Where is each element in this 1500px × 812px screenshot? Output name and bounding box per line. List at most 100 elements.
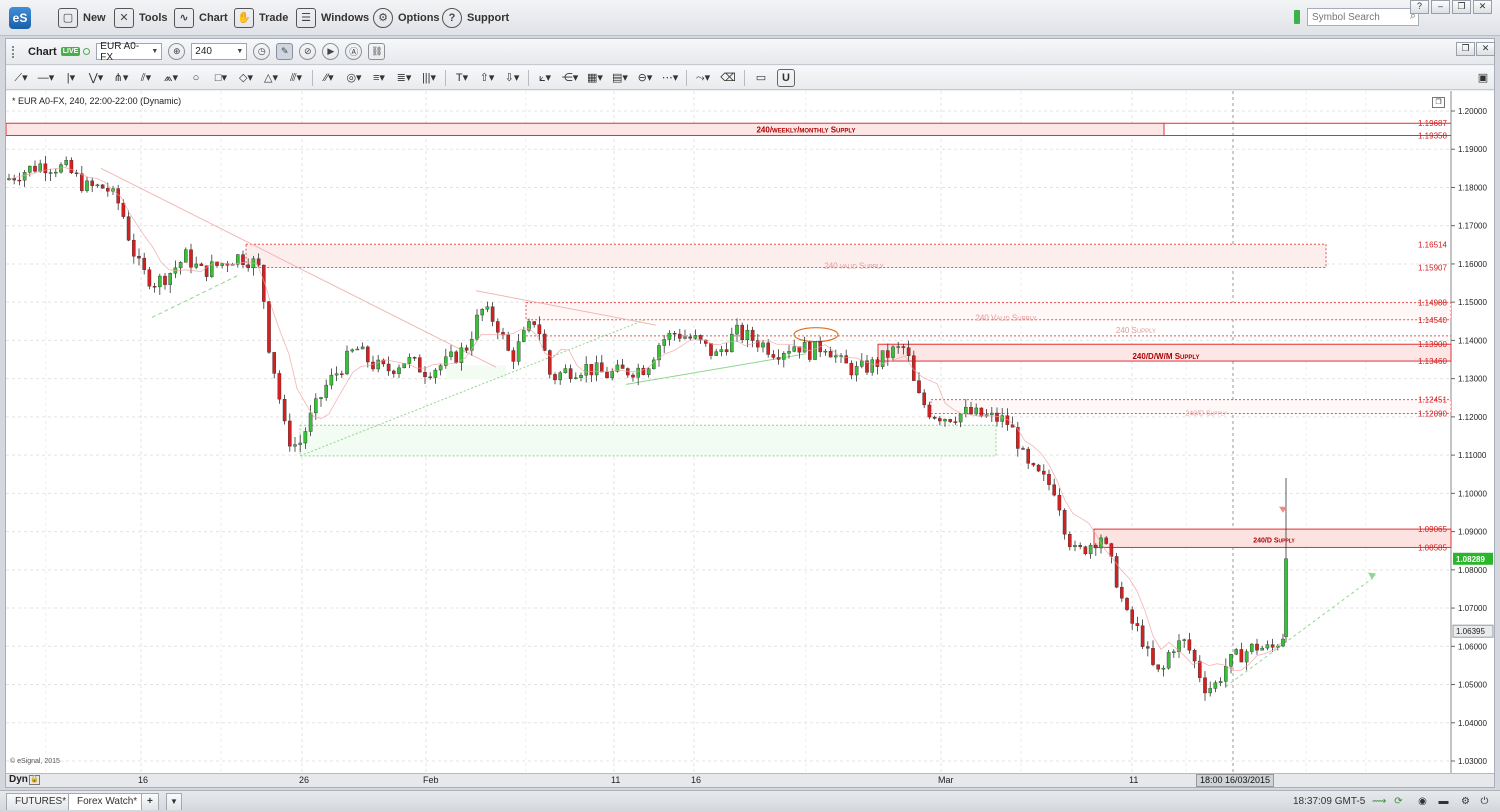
candle[interactable] xyxy=(475,314,479,340)
candle[interactable] xyxy=(678,333,682,339)
candle[interactable] xyxy=(896,346,900,348)
chart-close-icon[interactable]: ✕ xyxy=(1476,42,1495,56)
candle[interactable] xyxy=(1208,688,1212,694)
candle[interactable] xyxy=(844,355,848,364)
cursor-tool-icon[interactable]: ▭ xyxy=(752,69,770,87)
candle[interactable] xyxy=(886,350,890,358)
candle[interactable] xyxy=(12,178,16,181)
candle[interactable] xyxy=(1239,649,1244,663)
candle[interactable] xyxy=(189,249,193,268)
candle[interactable] xyxy=(282,398,287,422)
candle[interactable] xyxy=(376,359,381,370)
channel-tool-icon[interactable]: ⫽▾ xyxy=(137,69,155,87)
candle[interactable] xyxy=(693,335,698,339)
candle[interactable] xyxy=(1140,625,1145,647)
candle[interactable] xyxy=(745,329,750,341)
candle[interactable] xyxy=(854,366,859,376)
magnet-tool-icon[interactable]: U xyxy=(777,68,795,87)
symbol-search-input[interactable] xyxy=(1307,8,1419,26)
candle[interactable] xyxy=(511,350,516,362)
symbol-link-icon[interactable]: ⊕ xyxy=(168,43,186,60)
symbol-combo[interactable]: EUR A0-FX ▼ xyxy=(96,41,163,63)
candle[interactable] xyxy=(454,351,459,363)
vertical-line-tool-icon[interactable]: |▾ xyxy=(62,69,80,87)
candle[interactable] xyxy=(105,188,110,192)
candle[interactable] xyxy=(1284,558,1288,637)
candle[interactable] xyxy=(121,202,126,217)
tab-futures[interactable]: FUTURES* xyxy=(6,793,76,810)
candle[interactable] xyxy=(906,347,911,356)
candle[interactable] xyxy=(594,362,599,376)
settings-gear-icon[interactable]: ⚙ xyxy=(1459,796,1472,807)
candle[interactable] xyxy=(828,350,833,358)
candle[interactable] xyxy=(719,349,724,352)
arrow-up-tool-icon[interactable]: ⇧▾ xyxy=(478,69,496,87)
candle[interactable] xyxy=(1125,598,1129,610)
candle[interactable] xyxy=(891,346,895,358)
candle[interactable] xyxy=(371,361,375,370)
candle[interactable] xyxy=(938,418,942,422)
menu-chart[interactable]: ∿ Chart xyxy=(174,7,228,28)
candle[interactable] xyxy=(1130,609,1134,624)
time-axis[interactable]: Dyn 🔒 16 26 Feb 11 16 Mar 11 18:00 16/03/2015 xyxy=(6,773,1494,787)
candle[interactable] xyxy=(1062,509,1067,535)
candle[interactable] xyxy=(1260,647,1264,651)
candle[interactable] xyxy=(163,275,167,285)
candle[interactable] xyxy=(979,407,984,417)
candle[interactable] xyxy=(771,354,776,358)
text-tool-icon[interactable]: T▾ xyxy=(453,69,471,87)
play-replay-icon[interactable]: ▶ xyxy=(322,43,340,60)
candle[interactable] xyxy=(995,412,999,422)
demand-zone[interactable] xyxy=(299,424,997,457)
candle[interactable] xyxy=(1135,623,1140,626)
candle[interactable] xyxy=(355,348,360,351)
candle[interactable] xyxy=(620,364,625,369)
candle[interactable] xyxy=(366,346,370,363)
candle[interactable] xyxy=(667,332,672,340)
candle[interactable] xyxy=(688,336,692,339)
candle[interactable] xyxy=(589,364,594,376)
candle[interactable] xyxy=(345,350,349,375)
candle[interactable] xyxy=(558,372,562,381)
candle[interactable] xyxy=(1073,545,1077,548)
link-chain-icon[interactable]: ⛓ xyxy=(368,43,386,60)
candle[interactable] xyxy=(147,269,152,287)
candle[interactable] xyxy=(85,180,89,191)
snap-tool-icon[interactable]: ⤳▾ xyxy=(694,69,712,87)
candle[interactable] xyxy=(38,163,42,172)
candle[interactable] xyxy=(917,380,921,394)
candle[interactable] xyxy=(54,171,58,174)
candle[interactable] xyxy=(1234,649,1238,655)
candle[interactable] xyxy=(709,343,713,356)
candle[interactable] xyxy=(1265,644,1270,649)
candle[interactable] xyxy=(22,172,27,181)
candle[interactable] xyxy=(1093,544,1098,549)
fib-extension-tool-icon[interactable]: ≣▾ xyxy=(395,69,413,87)
candle[interactable] xyxy=(849,362,854,376)
candle[interactable] xyxy=(964,407,968,415)
time-template-icon[interactable]: ◷ xyxy=(253,43,271,60)
candle[interactable] xyxy=(990,412,994,415)
candle[interactable] xyxy=(1036,464,1041,472)
candle[interactable] xyxy=(194,263,199,268)
grid-tool-icon[interactable]: ▦▾ xyxy=(586,69,604,87)
candle[interactable] xyxy=(418,357,422,373)
interval-combo[interactable]: 240 ▼ xyxy=(191,43,248,60)
axis-lock-icon[interactable]: 🔒 xyxy=(29,775,40,785)
candle[interactable] xyxy=(1182,639,1186,641)
candle[interactable] xyxy=(636,367,640,378)
mob-tool-icon[interactable]: ▤▾ xyxy=(611,69,629,87)
candle[interactable] xyxy=(293,444,297,447)
candle[interactable] xyxy=(428,376,433,379)
candle[interactable] xyxy=(1114,556,1119,588)
candle[interactable] xyxy=(1078,545,1082,547)
candle[interactable] xyxy=(672,332,677,335)
gann-tool-icon[interactable]: ⟀▾ xyxy=(536,69,554,87)
candle[interactable] xyxy=(386,363,391,372)
app-close-icon[interactable]: ✕ xyxy=(1473,0,1492,14)
candle[interactable] xyxy=(1270,644,1275,648)
candle[interactable] xyxy=(823,350,828,353)
candle[interactable] xyxy=(740,324,744,341)
candle[interactable] xyxy=(568,368,573,379)
menu-support[interactable]: ? Support xyxy=(442,7,509,28)
